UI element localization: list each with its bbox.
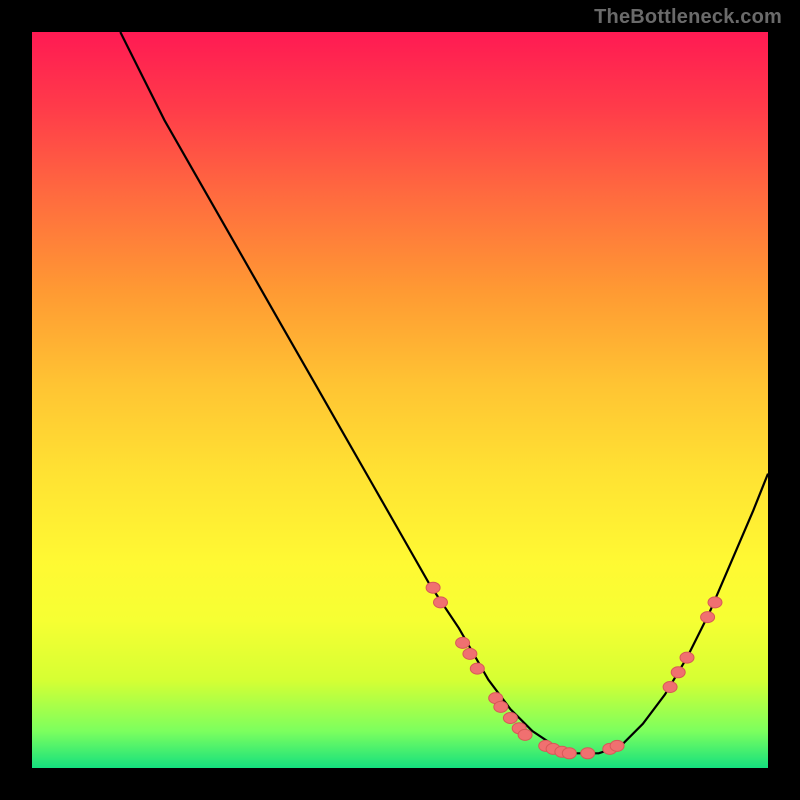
curve-marker [663,682,677,693]
curve-marker [518,729,532,740]
watermark-text: TheBottleneck.com [594,6,782,29]
curve-marker [708,597,722,608]
curve-marker [562,748,576,759]
plot-svg [32,32,768,768]
curve-marker [680,652,694,663]
curve-marker [463,648,477,659]
curve-marker [701,612,715,623]
curve-marker [456,637,470,648]
curve-marker [671,667,685,678]
curve-marker [494,701,508,712]
bottleneck-curve [120,32,768,753]
curve-marker [470,663,484,674]
curve-marker [581,748,595,759]
curve-marker [426,582,440,593]
curve-markers [426,582,722,759]
curve-marker [610,740,624,751]
curve-marker [503,713,517,724]
curve-marker [434,597,448,608]
